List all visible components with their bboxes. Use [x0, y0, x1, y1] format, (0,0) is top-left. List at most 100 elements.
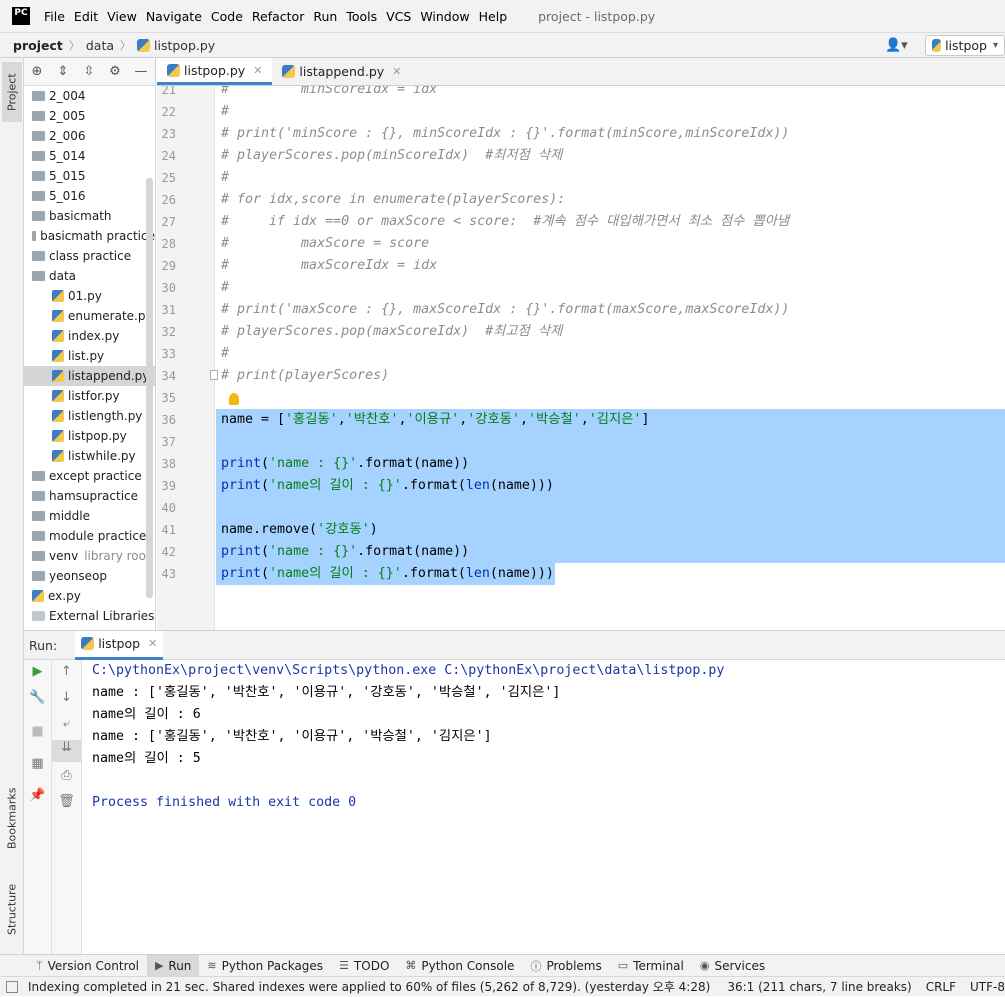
arrow-down-icon[interactable]: ↓ [52, 690, 81, 705]
tool-window-services[interactable]: ◉ Services [692, 955, 773, 977]
tree-item[interactable]: listwhile.py [24, 446, 155, 466]
menu-vcs[interactable]: VCS [386, 9, 411, 24]
menu-file[interactable]: File [44, 9, 65, 24]
close-icon[interactable]: ✕ [392, 65, 401, 78]
tree-item[interactable]: 5_014 [24, 146, 155, 166]
tree-item-label: data [49, 269, 77, 283]
line-separator[interactable]: CRLF [926, 980, 956, 994]
tree-item[interactable]: 01.py [24, 286, 155, 306]
tree-item[interactable]: middle [24, 506, 155, 526]
tree-item[interactable]: list.py [24, 346, 155, 366]
menu-edit[interactable]: Edit [74, 9, 98, 24]
tree-item[interactable]: ex.py [24, 586, 155, 606]
tool-window-python-console[interactable]: ⌘ Python Console [397, 955, 522, 977]
run-console[interactable]: C:\pythonEx\project\venv\Scripts\python.… [82, 660, 1005, 954]
run-tab-listpop[interactable]: listpop ✕ [75, 630, 164, 660]
tree-item[interactable]: External Libraries [24, 606, 155, 626]
locate-icon[interactable]: ⊕ [24, 64, 50, 79]
menu-code[interactable]: Code [211, 9, 243, 24]
tool-windows-bar: ᛘ Version Control ▶ Run ≋ Python Packages ☰ TOD… [0, 954, 1005, 977]
tool-tab-bookmarks[interactable]: Bookmarks [2, 778, 22, 858]
code-editor[interactable]: 21 22 23 24 25 26 27 28 29 30 31 32 33 34 35 36 37 38 39 40… [157, 86, 1005, 630]
tool-window-terminal[interactable]: ▭ Terminal [610, 955, 692, 977]
pin-icon[interactable]: 📌 [24, 788, 51, 803]
menu-run[interactable]: Run [313, 9, 337, 24]
tree-item[interactable]: hamsupractice [24, 486, 155, 506]
user-icon[interactable]: 👤▾ [885, 38, 913, 53]
trash-icon[interactable]: 🗑 [52, 794, 81, 809]
collapse-all-icon[interactable]: ⇳ [76, 64, 102, 79]
tool-tab-project[interactable]: Project [2, 62, 22, 122]
tree-item[interactable]: yeonseop [24, 566, 155, 586]
menu-help[interactable]: Help [479, 9, 508, 24]
line-number: 22 [161, 105, 176, 119]
close-icon[interactable]: ✕ [148, 637, 157, 650]
rerun-icon[interactable]: ▶ [24, 664, 51, 679]
code-line: # print(playerScores) [221, 368, 390, 383]
tree-item[interactable]: listfor.py [24, 386, 155, 406]
run-configuration-selector[interactable]: listpop ▾ [925, 35, 1005, 56]
breadcrumb-project[interactable]: project [13, 38, 63, 53]
tree-item[interactable]: listlength.py [24, 406, 155, 426]
gear-icon[interactable]: ⚙ [102, 64, 128, 79]
menu-navigate[interactable]: Navigate [146, 9, 202, 24]
menu-window[interactable]: Window [420, 9, 469, 24]
expand-all-icon[interactable]: ⇕ [50, 64, 76, 79]
tool-window-python-packages[interactable]: ≋ Python Packages [199, 955, 331, 977]
code-line: # [221, 170, 230, 185]
tool-window-version-control[interactable]: ᛘ Version Control [28, 955, 147, 977]
tree-item[interactable]: 2_005 [24, 106, 155, 126]
tree-item[interactable]: 5_015 [24, 166, 155, 186]
folder-icon [32, 171, 45, 181]
tree-item[interactable]: basicmath [24, 206, 155, 226]
tree-item[interactable]: basicmath practice [24, 226, 155, 246]
fold-icon[interactable] [210, 370, 218, 380]
arrow-up-icon[interactable]: ↑ [52, 664, 81, 679]
tree-item[interactable]: index.py [24, 326, 155, 346]
tree-item[interactable]: enumerate.py [24, 306, 155, 326]
tree-item[interactable]: venv library root [24, 546, 155, 566]
menu-refactor[interactable]: Refactor [252, 9, 304, 24]
tree-item[interactable]: 2_006 [24, 126, 155, 146]
left-tool-stripe: Project Bookmarks Structure [0, 58, 24, 954]
library-icon [32, 611, 45, 621]
tool-window-problems[interactable]: ⓘ Problems [522, 955, 609, 977]
soft-wrap-icon[interactable]: ⤶ [52, 716, 81, 731]
tree-item-label: 2_004 [49, 89, 86, 103]
tree-item[interactable]: data [24, 266, 155, 286]
status-message[interactable]: Indexing completed in 21 sec. Shared ind… [28, 978, 710, 995]
tool-windows-toggle-icon[interactable] [6, 981, 18, 993]
tab-listappend[interactable]: listappend.py ✕ [272, 58, 411, 85]
tree-item[interactable]: 2_004 [24, 86, 155, 106]
print-icon[interactable]: ⎙ [52, 768, 81, 783]
tree-item[interactable]: listappend.py [24, 366, 155, 386]
tree-scrollbar[interactable] [146, 178, 153, 598]
tool-tab-structure[interactable]: Structure [2, 874, 22, 944]
tool-window-todo[interactable]: ☰ TODO [331, 955, 397, 977]
close-icon[interactable]: ✕ [253, 64, 262, 77]
file-encoding[interactable]: UTF-8 [970, 980, 1005, 994]
tree-item[interactable]: listpop.py [24, 426, 155, 446]
lightbulb-icon[interactable] [229, 393, 239, 405]
layout-icon[interactable]: ▦ [24, 756, 51, 771]
tree-item[interactable]: class practice [24, 246, 155, 266]
code-line: # [221, 104, 230, 119]
breadcrumb-file[interactable]: listpop.py [137, 38, 215, 53]
hide-icon[interactable]: — [128, 64, 154, 79]
stop-icon[interactable]: ■ [24, 724, 51, 739]
tool-window-run[interactable]: ▶ Run [146, 954, 200, 977]
tree-item[interactable]: except practice [24, 466, 155, 486]
breadcrumb-folder[interactable]: data [86, 38, 114, 53]
python-file-icon [932, 39, 942, 52]
wrench-icon[interactable]: 🔧 [24, 690, 51, 705]
menu-view[interactable]: View [107, 9, 137, 24]
python-file-icon [81, 637, 95, 650]
menu-tools[interactable]: Tools [346, 9, 377, 24]
caret-position[interactable]: 36:1 (211 chars, 7 line breaks) [727, 980, 911, 994]
tab-listpop[interactable]: listpop.py ✕ [157, 58, 273, 85]
scroll-to-end-icon[interactable]: ⇊ [52, 740, 81, 762]
tree-item[interactable]: 5_016 [24, 186, 155, 206]
tree-item[interactable]: module practice [24, 526, 155, 546]
tree-item-label: 5_016 [49, 189, 86, 203]
terminal-icon: ▭ [617, 959, 629, 972]
